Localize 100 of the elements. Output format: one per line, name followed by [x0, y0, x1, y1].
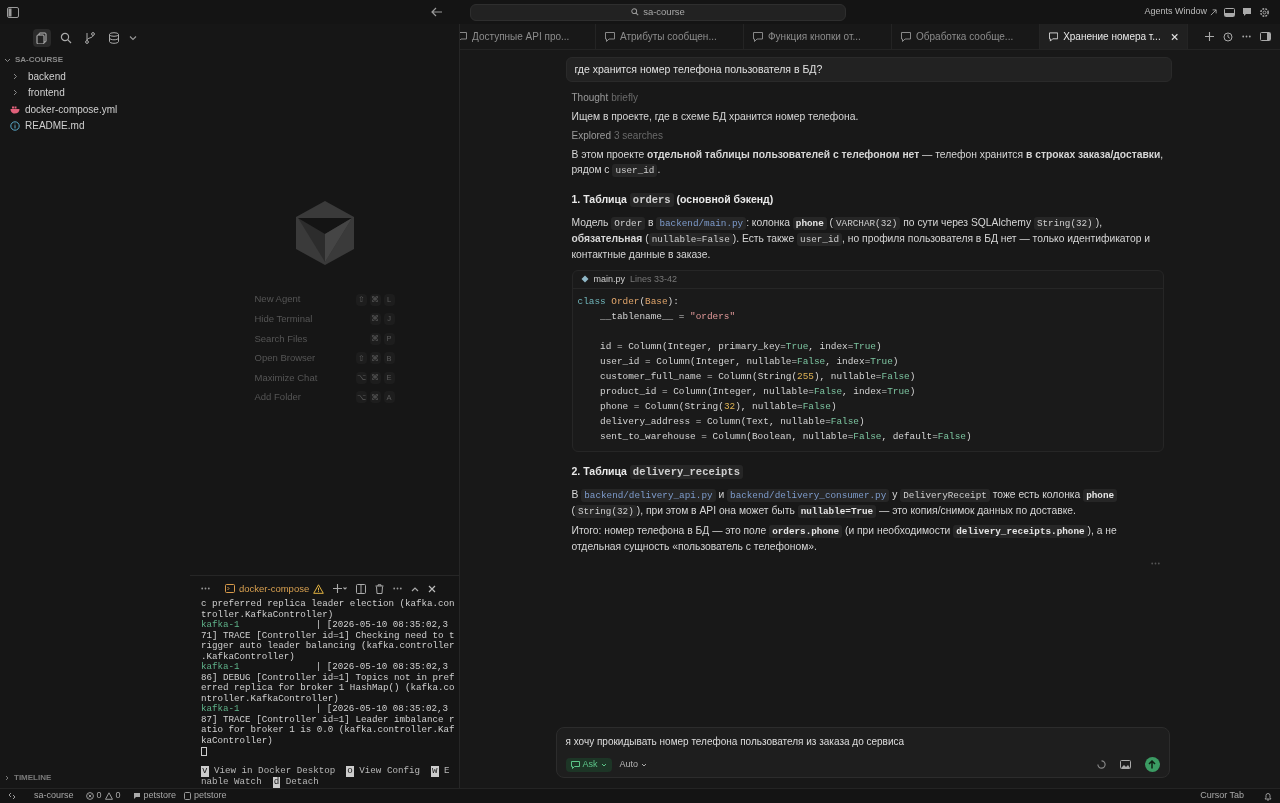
tree-root[interactable]: SA-COURSE — [0, 52, 190, 68]
bell-icon[interactable] — [1264, 791, 1272, 801]
file-tree-item[interactable]: backend — [0, 68, 190, 85]
agents-window-link[interactable]: Agents Window — [1144, 5, 1217, 19]
branch-icon — [84, 32, 96, 44]
search-icon — [60, 32, 72, 44]
terminal-action[interactable]: View in Docker Desktop — [214, 766, 336, 778]
shortcut-label: Maximize Chat — [254, 370, 319, 385]
terminal-line: erred replica for broker 1 HashMap() (kafka.co — [201, 683, 455, 694]
chat-tab[interactable]: Атрибуты сообщен... — [596, 24, 744, 49]
line-range: Lines 33-42 — [630, 272, 678, 286]
terminal-tab[interactable]: docker-compose — [225, 581, 325, 596]
chat-paragraph: Модель Order в backend/main.py : колонка phone ( VARCHAR(32) по сути через SQLAlchemy String(32) ), обязательная ( nullable=False ). Есть также user_id , но профиля пользователя в БД нет — только идентификатор и контактные данные в заказе. — [570, 215, 1152, 262]
chat-icon — [1049, 31, 1059, 42]
file-tree-item[interactable]: docker-compose.yml — [0, 101, 190, 118]
terminal-line: .KafkaController) — [201, 651, 295, 662]
split-icon[interactable] — [356, 583, 367, 594]
diamond-icon — [580, 275, 589, 284]
terminal-line: kaController) — [201, 735, 273, 747]
file-link[interactable]: backend/main.py — [656, 216, 747, 230]
chat-icon — [901, 31, 911, 42]
terminal-line: troller.KafkaController) — [201, 609, 334, 620]
user-message: где хранится номер телефона пользователя в БД? — [565, 57, 1172, 82]
mode-dropdown[interactable]: Ask — [565, 757, 612, 772]
model-dropdown[interactable]: Auto — [619, 757, 648, 772]
section-heading: 1. Таблица orders (основной бэкенд) — [570, 192, 775, 209]
chevron-down-icon — [4, 56, 11, 64]
chat-icon — [570, 760, 580, 769]
whale-icon — [10, 104, 20, 114]
view-files-tab[interactable] — [33, 29, 51, 47]
more-icon[interactable] — [201, 587, 210, 591]
environment-indicator[interactable]: petstore — [184, 789, 227, 803]
send-button[interactable] — [1144, 757, 1160, 772]
history-icon[interactable] — [1223, 31, 1233, 42]
flag-icon — [132, 792, 141, 800]
status-line[interactable]: Explored 3 searches — [563, 126, 1172, 145]
code-line: sent_to_warehouse = Column(Boolean, nullable=False, default=False) — [599, 429, 973, 444]
file-name[interactable]: main.py — [593, 272, 625, 286]
file-link[interactable]: backend/delivery_api.py — [581, 488, 716, 502]
code-line: id = Column(Integer, primary_key=True, index=True) — [599, 339, 883, 354]
caret-icon — [641, 762, 648, 767]
warning-icon — [104, 792, 113, 800]
code-line: phone = Column(String(32), nullable=False) — [599, 399, 838, 414]
terminal-line: ntroller.KafkaController) — [201, 693, 339, 704]
cursor-tab-status[interactable]: Cursor Tab — [1200, 789, 1244, 803]
terminal-action[interactable]: E — [444, 766, 450, 778]
settings-icon[interactable] — [1259, 6, 1270, 18]
panel-icon[interactable] — [1260, 32, 1271, 41]
chat-tab[interactable]: Доступные API про... — [460, 24, 596, 49]
chat-tab[interactable]: Функция кнопки от... — [744, 24, 892, 49]
terminal-line: 87] TRACE [Controller id=1] Leader imbalance r — [201, 714, 455, 725]
terminal-icon — [225, 584, 235, 594]
code-line: product_id = Column(Integer, nullable=False, index=True) — [599, 384, 917, 399]
spinner-icon — [1096, 760, 1106, 769]
file-tree-item[interactable]: frontend — [0, 84, 190, 101]
add-icon[interactable] — [1205, 32, 1214, 41]
close-icon[interactable] — [428, 584, 437, 593]
back-arrow-icon[interactable] — [431, 7, 443, 17]
code-line: delivery_address = Column(Text, nullable=False) — [599, 414, 866, 429]
chat-tab[interactable]: Хранение номера т... — [1040, 24, 1188, 49]
key-hint: v — [201, 766, 209, 778]
message-input[interactable]: я хочу прокидывать номер телефона пользователя из заказа до сервиса Ask Auto — [555, 727, 1170, 778]
problems-indicator[interactable]: 0 0 — [85, 789, 121, 803]
terminal-action[interactable]: Detach — [285, 777, 319, 788]
chat-icon[interactable] — [1242, 7, 1252, 17]
close-icon[interactable] — [1170, 32, 1178, 41]
branch-indicator[interactable]: petstore — [132, 789, 177, 803]
search-field[interactable]: sa-course — [470, 3, 846, 21]
terminal-action[interactable]: View Config — [359, 766, 420, 778]
chevron-up-icon[interactable] — [411, 585, 420, 592]
key-hint: o — [346, 766, 354, 778]
code-line: customer_full_name = Column(String(255), nullable=False) — [599, 369, 917, 384]
sidebar-toggle-icon[interactable] — [7, 6, 19, 18]
file-tree-item[interactable]: README.md — [0, 117, 190, 134]
panel-icon[interactable] — [1224, 7, 1235, 17]
image-icon[interactable] — [1119, 760, 1131, 769]
more-icon[interactable] — [393, 587, 403, 591]
add-icon[interactable] — [333, 584, 348, 594]
status-line[interactable]: Thought briefly — [563, 88, 1172, 107]
remote-icon[interactable] — [8, 792, 16, 800]
more-icon[interactable] — [1242, 35, 1251, 38]
logo-icon — [294, 200, 355, 267]
chat-paragraph: В этом проекте отдельной таблицы пользователей с телефоном нет — телефон хранится в строках заказа/доставки, рядом с user_id . — [570, 148, 1165, 179]
caret-icon — [600, 762, 607, 767]
timeline-header[interactable]: TIMELINE — [14, 772, 52, 784]
trash-icon[interactable] — [375, 583, 385, 594]
search-icon — [631, 8, 640, 16]
section-heading: 2. Таблица delivery_receipts — [563, 461, 1172, 481]
service-name: kafka-1 — [201, 620, 241, 631]
external-link-icon — [1210, 8, 1217, 16]
chat-icon — [753, 31, 763, 42]
chevron-down-icon[interactable] — [129, 35, 137, 41]
chat-paragraph: В backend/delivery_api.py и backend/delivery_consumer.py у DeliveryReceipt тоже есть колонка phone ( String(32) ), при этом в API она может быть nullable=True — это копия/снимок данных по доставке. — [563, 484, 1172, 521]
project-name[interactable]: sa-course — [34, 789, 74, 803]
file-link[interactable]: backend/delivery_consumer.py — [727, 488, 890, 502]
terminal-action[interactable]: nable Watch — [201, 777, 262, 788]
key-hint: d — [272, 777, 281, 788]
key-hint: w — [431, 766, 439, 778]
terminal-line: | [2026-05-10 08:35:02,3 — [315, 620, 448, 631]
chevron-right-icon[interactable] — [4, 775, 10, 781]
